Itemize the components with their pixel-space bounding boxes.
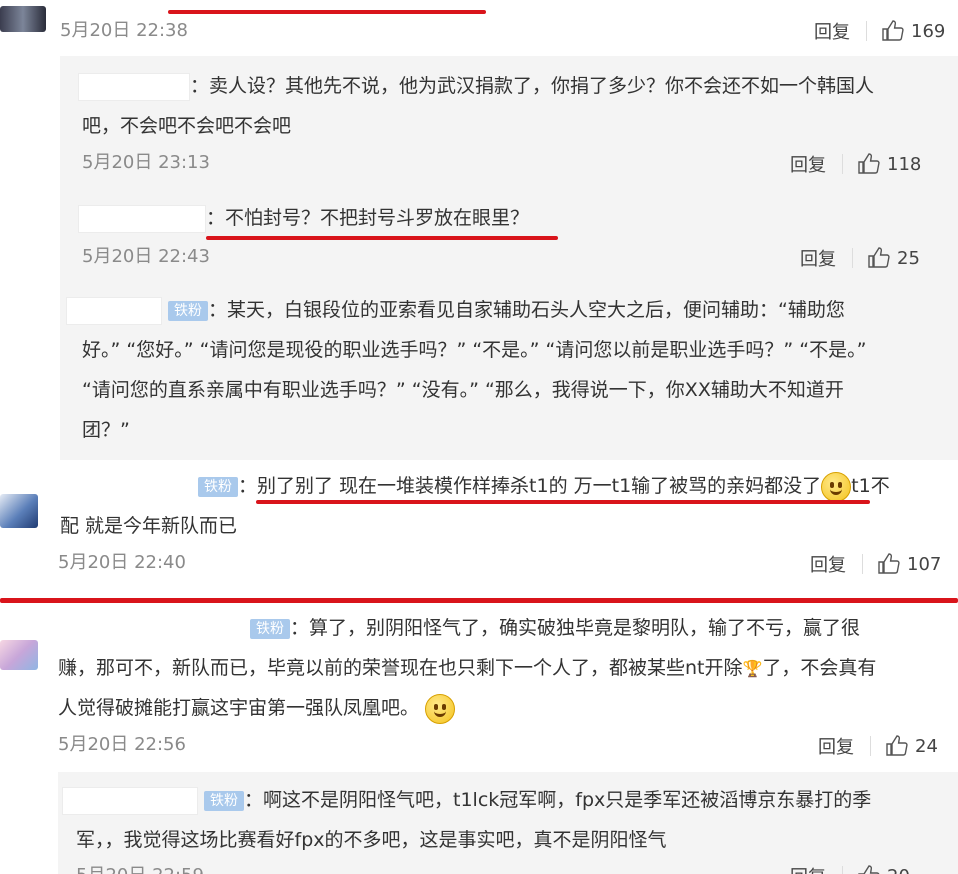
comment-text: 铁粉 ：算了，别阴阳怪气了，确实破独毕竟是黎明队，输了不亏，赢了很 [60, 608, 950, 648]
reply-text: 铁粉 ：啊这不是阴阳怪气吧，t1lck冠军啊，fpx只是季军还被滔博京东暴打的季 [62, 780, 952, 820]
username[interactable] [62, 786, 198, 815]
username[interactable] [78, 72, 190, 101]
username[interactable] [66, 296, 162, 325]
divider [862, 554, 863, 574]
comment-actions: 回复 24 [818, 732, 938, 760]
reply-button[interactable]: 回复 [790, 151, 826, 177]
reply-text: ：卖人设？其他先不说，他为武汉捐款了，你捐了多少？你不会还不如一个韩国人 [78, 66, 948, 106]
smile-emoji-icon [425, 693, 456, 724]
avatar[interactable] [0, 6, 46, 32]
smile-emoji-icon [821, 471, 852, 502]
reply-actions: 回复 20 [790, 862, 910, 874]
fan-badge: 铁粉 [168, 300, 208, 321]
highlight-separator [0, 598, 958, 603]
like-button[interactable]: 169 [881, 19, 945, 43]
comment-time: 5月20日 22:38 [60, 20, 188, 41]
like-count: 118 [887, 153, 922, 175]
username[interactable] [60, 472, 192, 501]
like-count: 25 [897, 247, 920, 269]
reply-text-line: 好。” “您好。” “请问您是现役的职业选手吗？” “不是。” “请问您以前是职… [82, 339, 867, 361]
reply-actions: 回复 118 [790, 150, 921, 178]
reply-button[interactable]: 回复 [818, 733, 854, 759]
reply-time: 5月20日 22:59 [76, 864, 204, 874]
like-count: 107 [907, 553, 942, 575]
reply-button[interactable]: 回复 [800, 245, 836, 271]
reply-actions: 回复 25 [800, 244, 920, 272]
comment-text-line: 赚，那可不，新队而已，毕竟以前的荣誉现在也只剩下一个人了，都被某些nt开除🏆了，… [58, 657, 877, 679]
reply-text-line: “请问您的直系亲属中有职业选手吗？” “没有。” “那么，我得说一下，你XX辅助… [82, 379, 844, 401]
like-button[interactable]: 25 [867, 246, 920, 270]
thumbs-up-icon [878, 553, 900, 574]
username[interactable] [60, 614, 244, 643]
reply-button[interactable]: 回复 [814, 18, 850, 44]
reply-time: 5月20日 22:43 [82, 246, 210, 267]
divider [842, 154, 843, 174]
highlight-underline [256, 500, 870, 504]
reply-text-line: 吧，不会吧不会吧不会吧 [82, 115, 292, 137]
avatar[interactable] [0, 640, 38, 670]
like-count: 24 [915, 735, 938, 757]
avatar[interactable] [0, 494, 38, 528]
like-button[interactable]: 107 [877, 552, 941, 576]
trophy-icon: 🏆 [742, 659, 763, 678]
fan-badge: 铁粉 [198, 476, 238, 497]
comment-actions: 回复 169 [814, 17, 945, 45]
divider [842, 866, 843, 874]
like-count: 169 [911, 20, 946, 42]
reply-text-line: 军，，我觉得这场比赛看好fpx的不多吧，这是事实吧，真不是阴阳怪气 [76, 829, 667, 851]
highlight-underline [206, 236, 558, 240]
thumbs-up-icon [858, 153, 880, 174]
like-button[interactable]: 118 [857, 152, 921, 176]
like-button[interactable]: 20 [857, 864, 910, 874]
username[interactable] [78, 204, 206, 233]
comment-text-line: 人觉得破摊能打赢这宇宙第一强队凤凰吧。 [58, 688, 456, 728]
comment-text-line: 配 就是今年新队而已 [60, 515, 238, 537]
highlight-underline [168, 10, 486, 14]
comment-time: 5月20日 22:40 [58, 552, 186, 573]
like-button[interactable]: 24 [885, 734, 938, 758]
reply-button[interactable]: 回复 [790, 863, 826, 874]
reply-time: 5月20日 23:13 [82, 152, 210, 173]
thumbs-up-icon [868, 247, 890, 268]
divider [852, 248, 853, 268]
divider [866, 21, 867, 41]
fan-badge: 铁粉 [204, 790, 244, 811]
comment-actions: 回复 107 [810, 550, 941, 578]
thumbs-up-icon [858, 865, 880, 874]
like-count: 20 [887, 866, 910, 874]
reply-text: ：不怕封号？不把封号斗罗放在眼里？ [78, 198, 948, 238]
comment-time: 5月20日 22:56 [58, 734, 186, 755]
divider [870, 736, 871, 756]
fan-badge: 铁粉 [250, 618, 290, 639]
reply-text-line: 团？” [82, 419, 130, 441]
thumbs-up-icon [882, 20, 904, 41]
reply-text: 铁粉 ：某天，白银段位的亚索看见自家辅助石头人空大之后，便问辅助：“辅助您 [66, 290, 950, 330]
reply-button[interactable]: 回复 [810, 551, 846, 577]
thumbs-up-icon [886, 735, 908, 756]
